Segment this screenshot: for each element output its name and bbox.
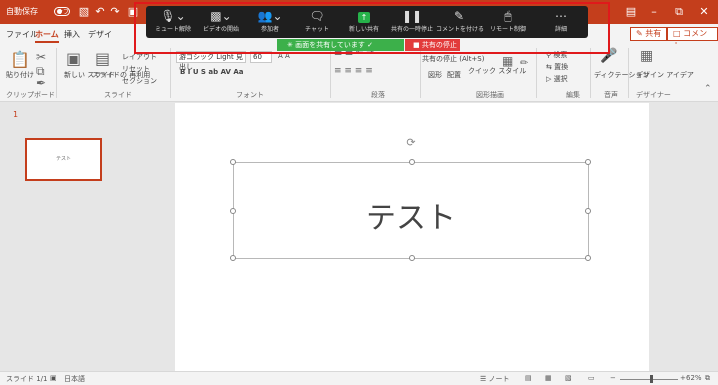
- divider: [330, 48, 331, 98]
- divider: [590, 48, 591, 98]
- status-bar: スライド 1/1 ▣ 日本語 ☰ ノート ▤ ▦ ▧ ▭ − + 62% ⧉: [0, 371, 718, 385]
- slide-thumbnail[interactable]: テスト: [25, 138, 102, 181]
- select-button[interactable]: ▷ 選択: [546, 74, 568, 84]
- zoom-out-icon[interactable]: −: [610, 374, 616, 382]
- collapse-ribbon-icon[interactable]: ⌃: [704, 84, 712, 94]
- group-label-voice: 音声: [604, 91, 618, 99]
- reading-view-icon[interactable]: ▧: [565, 374, 572, 382]
- divider: [420, 48, 421, 98]
- group-label-slides: スライド: [104, 91, 132, 99]
- shape-outline-icon[interactable]: ✏: [520, 58, 528, 69]
- slide-title-text[interactable]: テスト: [234, 193, 588, 237]
- resize-handle[interactable]: [409, 255, 415, 261]
- fit-to-window-icon[interactable]: ⧉: [705, 374, 710, 383]
- tab-design[interactable]: デザイ: [88, 29, 112, 40]
- arrange-button[interactable]: 配置: [447, 70, 461, 80]
- notes-icon: ☰: [480, 375, 487, 383]
- designer-icon[interactable]: ▦: [640, 48, 653, 64]
- select-label: 選択: [553, 75, 568, 83]
- divider: [628, 48, 629, 98]
- group-label-font: フォント: [236, 91, 264, 99]
- maximize-icon[interactable]: ⧉: [672, 5, 686, 19]
- minimize-icon[interactable]: –: [647, 5, 661, 19]
- normal-view-icon[interactable]: ▤: [525, 374, 532, 382]
- paste-icon[interactable]: 📋: [10, 50, 30, 69]
- zoom-level[interactable]: 62%: [686, 374, 702, 382]
- resize-handle[interactable]: [585, 255, 591, 261]
- replace-button[interactable]: ⇆ 置換: [546, 62, 568, 72]
- rotate-handle-icon[interactable]: ⟳: [405, 137, 417, 149]
- save-icon[interactable]: ▧: [77, 5, 91, 19]
- resize-handle[interactable]: [585, 159, 591, 165]
- autosave-toggle-label: オフ: [57, 9, 70, 16]
- resize-handle[interactable]: [409, 159, 415, 165]
- replace-label: 置換: [554, 63, 569, 71]
- slide-sorter-icon[interactable]: ▦: [545, 374, 552, 382]
- select-icon: ▷: [546, 75, 552, 83]
- cut-icon[interactable]: ✂: [36, 50, 46, 64]
- redo-icon[interactable]: ↷: [108, 5, 122, 19]
- quick-styles-button[interactable]: クイック スタイル: [468, 66, 526, 76]
- font-style-buttons[interactable]: B I U S ab AV Aa: [180, 68, 244, 76]
- align-icon[interactable]: ≡ ≡ ≡ ≡: [334, 66, 373, 76]
- undo-icon[interactable]: ↶: [93, 5, 107, 19]
- divider: [170, 48, 171, 98]
- share-button[interactable]: ✎ 共有: [630, 27, 668, 41]
- spellcheck-icon[interactable]: ▣: [50, 374, 57, 382]
- slideshow-view-icon[interactable]: ▭: [588, 374, 595, 382]
- new-slide-icon[interactable]: ▣: [66, 49, 81, 68]
- slides-pane: 1 テスト: [0, 103, 112, 371]
- group-label-paragraph: 段落: [371, 91, 385, 99]
- paste-label[interactable]: 貼り付け: [6, 70, 34, 80]
- close-icon[interactable]: ✕: [697, 5, 711, 19]
- notes-label: ノート: [488, 375, 510, 383]
- shapes-button[interactable]: 図形: [428, 70, 442, 80]
- language-indicator[interactable]: 日本語: [64, 374, 85, 384]
- title-textbox[interactable]: テスト: [230, 159, 591, 261]
- section-button[interactable]: セクション: [122, 76, 157, 86]
- slide-number: 1: [13, 110, 19, 119]
- slide-canvas[interactable]: ⟳ テスト: [175, 103, 649, 371]
- resize-handle[interactable]: [230, 159, 236, 165]
- reset-button[interactable]: リセット: [122, 64, 150, 74]
- group-label-designer: デザイナー: [636, 91, 671, 99]
- slide-editor: ⟳ テスト: [112, 103, 718, 371]
- slide-counter: スライド 1/1: [6, 375, 48, 383]
- tab-home[interactable]: ホーム: [35, 29, 59, 43]
- stop-share-tooltip: 共有の停止 (Alt+S): [422, 55, 485, 63]
- zoom-slider-thumb[interactable]: [650, 375, 653, 383]
- replace-icon: ⇆: [546, 63, 552, 71]
- tab-insert[interactable]: 挿入: [64, 29, 80, 40]
- comment-icon: □: [673, 29, 681, 38]
- ribbon-display-icon[interactable]: ▤: [624, 5, 638, 19]
- divider: [56, 48, 57, 98]
- share-label: 共有: [645, 29, 662, 38]
- resize-handle[interactable]: [230, 255, 236, 261]
- group-label-editing: 編集: [566, 91, 580, 99]
- slide-thumbnail-text: テスト: [55, 156, 71, 162]
- reuse-slide-icon[interactable]: ▤: [95, 49, 110, 68]
- share-icon: ✎: [636, 29, 643, 38]
- designer-label[interactable]: デザイン アイデア: [636, 70, 694, 80]
- highlight-frame: [134, 2, 610, 54]
- divider: [536, 48, 537, 98]
- group-label-clipboard: クリップボード: [6, 91, 55, 99]
- zoom-in-icon[interactable]: +: [680, 374, 686, 382]
- shape-fill-icon[interactable]: ▦: [502, 54, 513, 68]
- comment-button[interactable]: □ コメント: [667, 27, 718, 50]
- format-painter-icon[interactable]: ✒: [36, 76, 46, 90]
- notes-button[interactable]: ☰ ノート: [480, 374, 510, 384]
- tab-file[interactable]: ファイル: [6, 29, 38, 40]
- zoom-slider[interactable]: [620, 379, 678, 380]
- autosave-label: 自動保存: [6, 7, 38, 16]
- group-label-drawing: 図形描画: [476, 91, 504, 99]
